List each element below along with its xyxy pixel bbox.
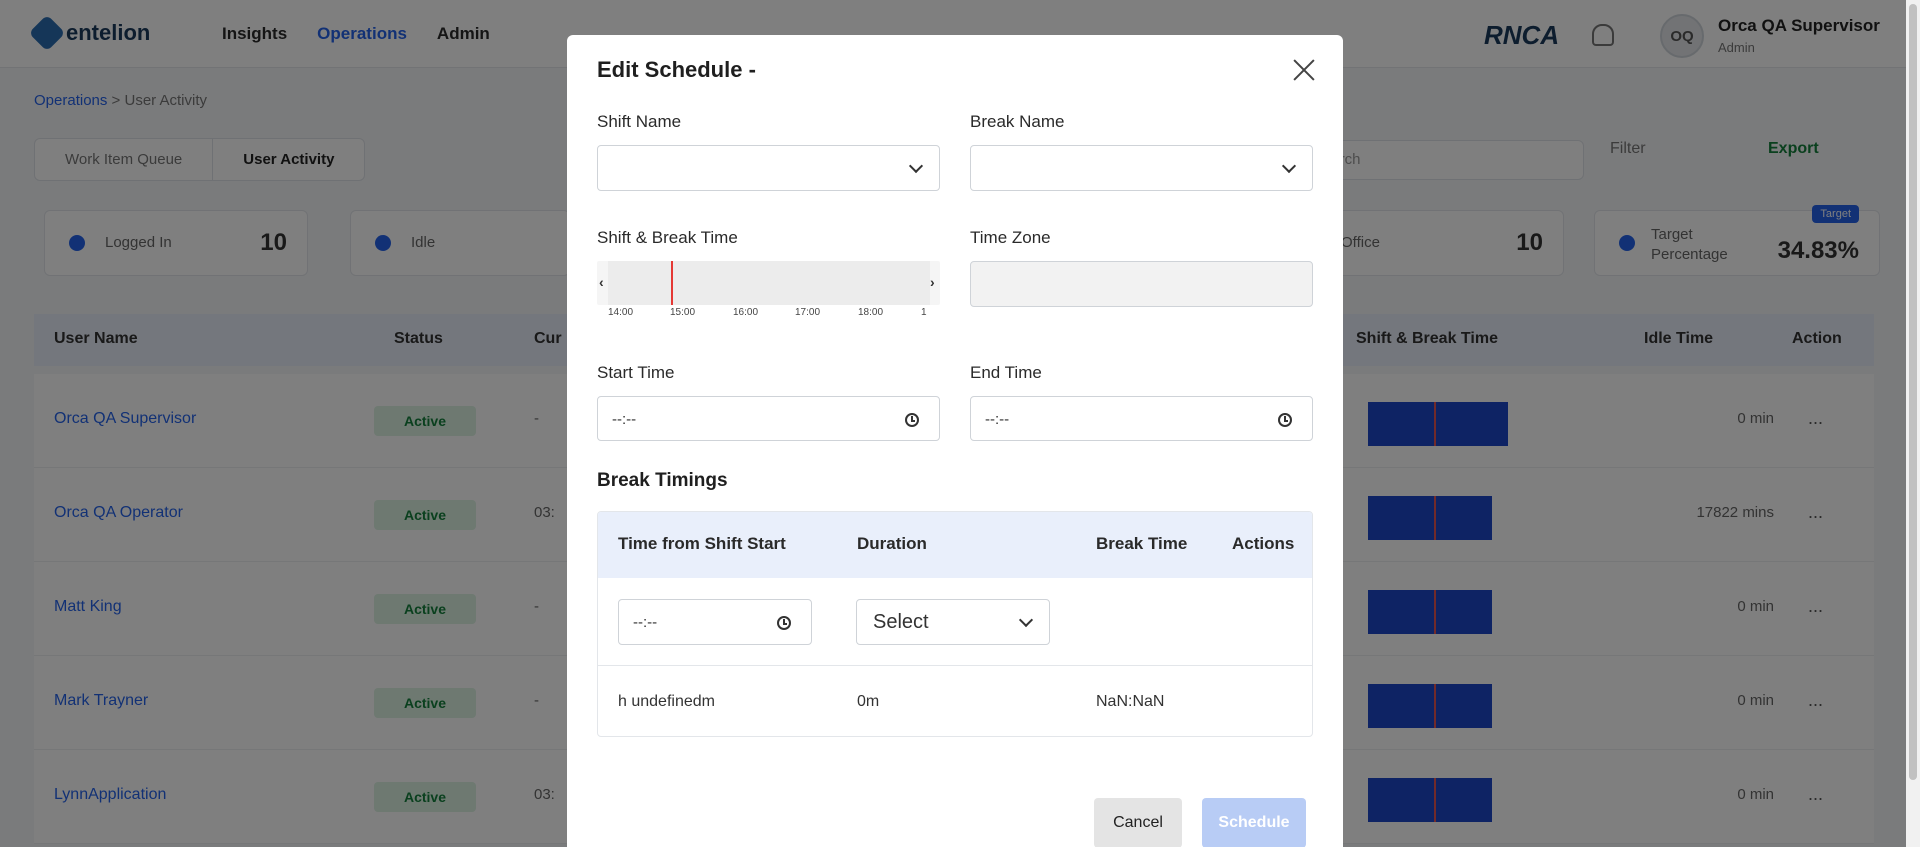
duration-select-value: Select bbox=[873, 611, 929, 633]
chevron-down-icon bbox=[908, 158, 924, 174]
timeline-prev-icon[interactable]: ‹ bbox=[599, 274, 604, 290]
edit-schedule-modal: Edit Schedule - Shift Name Break Name Sh… bbox=[567, 35, 1343, 847]
end-time-input[interactable]: --:-- bbox=[970, 396, 1313, 441]
clock-icon[interactable] bbox=[777, 616, 791, 630]
col-time-from-shift-start: Time from Shift Start bbox=[618, 534, 786, 553]
timeline-tick: 16:00 bbox=[733, 307, 759, 318]
break-timings-table: Time from Shift Start Duration Break Tim… bbox=[597, 511, 1313, 737]
end-time-label: End Time bbox=[970, 363, 1042, 382]
clock-icon[interactable] bbox=[905, 413, 919, 427]
chevron-down-icon bbox=[1018, 612, 1034, 628]
cancel-button[interactable]: Cancel bbox=[1094, 798, 1182, 847]
clock-icon[interactable] bbox=[1278, 413, 1292, 427]
break-input-row: --:-- Select bbox=[598, 578, 1312, 666]
time-zone-label: Time Zone bbox=[970, 228, 1051, 247]
col-actions: Actions bbox=[1232, 534, 1295, 553]
start-time-input[interactable]: --:-- bbox=[597, 396, 940, 441]
break-start-time-value: --:-- bbox=[633, 614, 658, 631]
col-duration: Duration bbox=[857, 534, 927, 553]
page-scrollbar[interactable] bbox=[1906, 0, 1920, 847]
shift-break-timeline[interactable]: ‹ › bbox=[597, 261, 940, 305]
break-duration: 0m bbox=[857, 693, 880, 710]
col-break-time: Break Time bbox=[1096, 534, 1188, 553]
shift-name-select[interactable] bbox=[597, 145, 940, 191]
break-name-select[interactable] bbox=[970, 145, 1313, 191]
timeline-tick: 15:00 bbox=[670, 307, 696, 318]
break-start-time-input[interactable]: --:-- bbox=[618, 599, 812, 645]
timeline-track bbox=[608, 261, 930, 305]
start-time-label: Start Time bbox=[597, 363, 675, 382]
modal-title: Edit Schedule - bbox=[597, 57, 756, 82]
timeline-tick: 1 bbox=[921, 307, 927, 318]
break-table-header: Time from Shift Start Duration Break Tim… bbox=[598, 512, 1312, 578]
current-time-marker bbox=[671, 261, 673, 305]
timeline-next-icon[interactable]: › bbox=[930, 274, 935, 290]
break-time-from-start: h undefinedm bbox=[618, 693, 715, 710]
close-icon[interactable] bbox=[1287, 53, 1321, 87]
break-time-value: NaN:NaN bbox=[1096, 693, 1165, 710]
schedule-button[interactable]: Schedule bbox=[1202, 798, 1306, 847]
shift-break-time-label: Shift & Break Time bbox=[597, 228, 738, 247]
time-zone-field bbox=[970, 261, 1313, 307]
end-time-value: --:-- bbox=[985, 411, 1010, 428]
timeline-tick: 14:00 bbox=[608, 307, 634, 318]
timeline-tick: 18:00 bbox=[858, 307, 884, 318]
break-data-row: h undefinedm 0m NaN:NaN bbox=[598, 666, 1312, 736]
break-timings-title: Break Timings bbox=[597, 470, 728, 491]
chevron-down-icon bbox=[1281, 158, 1297, 174]
start-time-value: --:-- bbox=[612, 411, 637, 428]
timeline-tick: 17:00 bbox=[795, 307, 821, 318]
break-name-label: Break Name bbox=[970, 112, 1065, 131]
break-duration-select[interactable]: Select bbox=[856, 599, 1050, 645]
scrollbar-thumb[interactable] bbox=[1909, 4, 1917, 780]
shift-name-label: Shift Name bbox=[597, 112, 682, 131]
